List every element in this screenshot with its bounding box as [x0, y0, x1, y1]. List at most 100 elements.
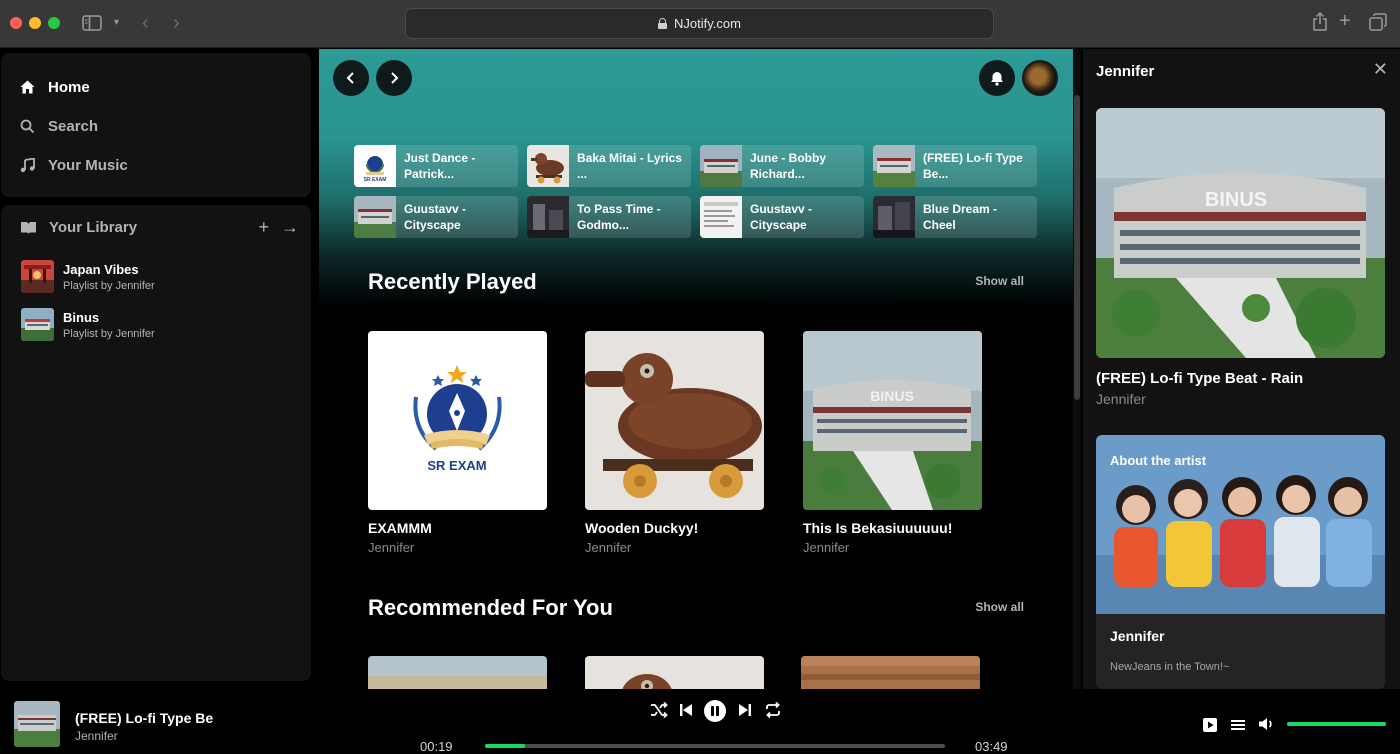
back-button[interactable] — [333, 60, 369, 96]
recommended-card-cover[interactable] — [368, 656, 547, 689]
svg-text:SR EXAM: SR EXAM — [364, 177, 387, 183]
player-artist[interactable]: Jennifer — [75, 729, 118, 743]
previous-track-icon[interactable] — [676, 700, 696, 720]
volume-slider[interactable] — [1287, 722, 1386, 726]
album-cover — [585, 331, 764, 510]
library-header[interactable]: Your Library — [20, 219, 137, 236]
nav-your-music[interactable]: Your Music — [20, 153, 128, 177]
svg-text:BINUS: BINUS — [1205, 189, 1267, 211]
quick-tile[interactable]: June - Bobby Richard... — [700, 145, 864, 187]
chevron-left-icon — [346, 72, 354, 84]
user-avatar[interactable] — [1022, 60, 1058, 96]
album-artist: Jennifer — [368, 540, 415, 555]
main-content: SR EXAM Just Dance - Patrick... Baka Mit… — [319, 49, 1075, 689]
address-bar[interactable]: NJotify.com — [405, 8, 994, 39]
playlist-title: Japan Vibes — [63, 261, 139, 277]
recommended-card-cover[interactable] — [585, 656, 764, 689]
bell-icon — [991, 71, 1003, 86]
now-playing-panel-title: Jennifer — [1096, 63, 1155, 80]
volume-fill — [1287, 722, 1386, 726]
recommended-card-cover[interactable] — [801, 656, 980, 689]
artist-photo: About the artist — [1096, 435, 1385, 614]
about-artist-card[interactable]: About the artist Jennifer NewJeans in th… — [1096, 435, 1385, 689]
album-artist: Jennifer — [803, 540, 850, 555]
repeat-icon[interactable] — [763, 700, 783, 720]
tile-cover — [354, 196, 396, 238]
recently-played-show-all[interactable]: Show all — [975, 274, 1024, 288]
notifications-button[interactable] — [979, 60, 1015, 96]
maximize-window-button[interactable] — [48, 17, 60, 29]
music-note-icon — [20, 157, 35, 172]
url-text: NJotify.com — [674, 16, 741, 31]
album-cover: BINUS — [803, 331, 982, 510]
library-playlist-binus[interactable]: Binus Playlist by Jennifer — [21, 308, 155, 341]
quick-tile[interactable]: (FREE) Lo-fi Type Be... — [873, 145, 1037, 187]
forward-arrow-icon[interactable]: › — [173, 12, 180, 34]
nav-search-label: Search — [48, 117, 99, 135]
chevron-down-icon[interactable]: ▾ — [114, 12, 119, 34]
minimize-window-button[interactable] — [29, 17, 41, 29]
back-arrow-icon[interactable]: ‹ — [142, 12, 149, 34]
tile-cover — [527, 145, 569, 187]
now-playing-song-title[interactable]: (FREE) Lo-fi Type Beat - Rain — [1096, 370, 1303, 387]
album-card[interactable]: BINUS This Is Bekasiuuuuuu! Jennifer — [803, 331, 982, 555]
close-window-button[interactable] — [10, 17, 22, 29]
album-card[interactable]: Wooden Duckyy! Jennifer — [585, 331, 764, 555]
shuffle-icon[interactable] — [649, 700, 669, 720]
sidebar-toggle-icon[interactable] — [82, 14, 102, 32]
tile-label: June - Bobby Richard... — [750, 151, 827, 181]
quick-tile[interactable]: Guustavv - Cityscape — [700, 196, 864, 238]
next-track-icon[interactable] — [735, 700, 755, 720]
pause-button[interactable] — [704, 700, 726, 722]
player-song-title[interactable]: (FREE) Lo-fi Type Be — [75, 710, 213, 726]
library-icon — [21, 221, 36, 234]
progress-bar[interactable] — [485, 744, 945, 748]
album-cover: SR EXAM — [368, 331, 547, 510]
quick-tile[interactable]: Blue Dream - Cheel — [873, 196, 1037, 238]
album-title: EXAMMM — [368, 520, 432, 536]
tile-cover: SR EXAM — [354, 145, 396, 187]
quick-tile[interactable]: Guustavv - Cityscape — [354, 196, 518, 238]
player-bar: (FREE) Lo-fi Type Be Jennifer 00:19 03:4… — [0, 689, 1400, 754]
album-title: This Is Bekasiuuuuuu! — [803, 520, 953, 536]
tile-label: Blue Dream - Cheel — [923, 202, 998, 232]
now-playing-artist[interactable]: Jennifer — [1096, 391, 1146, 407]
forward-button[interactable] — [376, 60, 412, 96]
new-tab-icon[interactable]: + — [1339, 10, 1351, 32]
tab-overview-icon[interactable] — [1369, 13, 1387, 31]
nav-home-label: Home — [48, 78, 90, 96]
recommended-show-all[interactable]: Show all — [975, 600, 1024, 614]
volume-icon[interactable] — [1258, 716, 1276, 732]
now-playing-cover: BINUS — [1096, 108, 1385, 358]
now-playing-panel: Jennifer ✕ BINUS (FREE) Lo-fi Type Beat … — [1083, 49, 1400, 689]
now-playing-view-icon[interactable] — [1202, 717, 1218, 733]
album-title: Wooden Duckyy! — [585, 520, 699, 536]
main-scrollbar-thumb[interactable] — [1074, 95, 1080, 400]
quick-tile[interactable]: To Pass Time - Godmo... — [527, 196, 691, 238]
album-card[interactable]: SR EXAM EXAMMM Jennifer — [368, 331, 547, 555]
queue-icon[interactable] — [1230, 717, 1246, 733]
playlist-cover — [21, 308, 54, 341]
quick-tile[interactable]: Baka Mitai - Lyrics ... — [527, 145, 691, 187]
nav-home[interactable]: Home — [20, 75, 90, 99]
library-panel: Your Library + → Japan Vibes Playlist by… — [1, 205, 311, 681]
total-time: 03:49 — [975, 739, 1008, 754]
close-icon[interactable]: ✕ — [1373, 59, 1388, 80]
tile-cover — [873, 145, 915, 187]
tile-label: To Pass Time - Godmo... — [577, 202, 661, 232]
tile-label: (FREE) Lo-fi Type Be... — [923, 151, 1023, 181]
tile-cover — [700, 196, 742, 238]
tile-label: Guustavv - Cityscape — [750, 202, 813, 232]
quick-tile[interactable]: SR EXAM Just Dance - Patrick... — [354, 145, 518, 187]
player-cover — [14, 701, 60, 747]
about-artist-name: Jennifer — [1110, 628, 1165, 644]
share-icon[interactable] — [1312, 12, 1328, 32]
add-playlist-icon[interactable]: + — [258, 217, 269, 238]
library-title: Your Library — [49, 219, 138, 236]
library-playlist-japan-vibes[interactable]: Japan Vibes Playlist by Jennifer — [21, 260, 155, 293]
home-icon — [20, 80, 35, 94]
nav-search[interactable]: Search — [20, 114, 98, 138]
chevron-right-icon — [391, 72, 399, 84]
nav-your-music-label: Your Music — [48, 156, 128, 174]
arrow-right-icon[interactable]: → — [281, 217, 299, 238]
